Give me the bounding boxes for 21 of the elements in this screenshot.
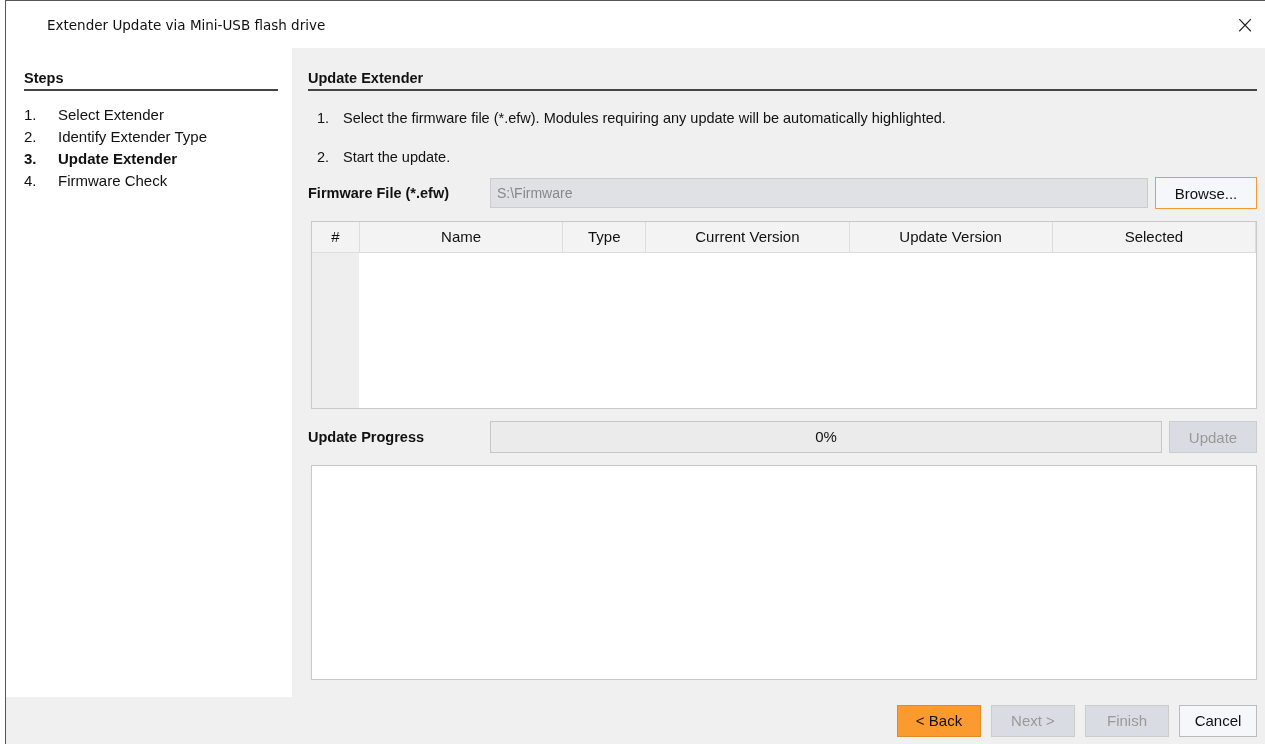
column-header[interactable]: Update Version xyxy=(849,222,1053,252)
step-item: 4. Firmware Check xyxy=(24,171,169,191)
wizard-button[interactable]: < Back xyxy=(897,704,981,737)
column-header[interactable]: Name xyxy=(360,222,564,252)
column-header[interactable]: Type xyxy=(563,222,647,252)
column-header[interactable]: # xyxy=(312,222,360,252)
step-item: 3. Update Extender xyxy=(24,149,179,169)
instruction-text: 1. Select the firmware file (*.efw). Modules requiring any update will be automatically highlighted. xyxy=(316,109,947,128)
step-item: 2. Identify Extender Type xyxy=(24,127,208,147)
column-header[interactable]: Current Version xyxy=(646,222,850,252)
step-item: 1. Select Extender xyxy=(24,105,165,125)
column-header[interactable]: Selected xyxy=(1052,222,1256,252)
window-title: Extender Update via Mini-USB flash drive xyxy=(47,16,326,33)
update-progress-label: Update Progress xyxy=(308,429,426,445)
steps-heading: Steps xyxy=(24,48,278,91)
firmware-file-label: Firmware File (*.efw) xyxy=(308,185,450,201)
close-button[interactable]: × xyxy=(1228,10,1261,39)
progress-reading: 0% xyxy=(814,427,838,447)
section-heading: Update Extender xyxy=(308,48,1257,91)
instruction-text: 2. Start the update. xyxy=(316,148,452,167)
wizard-button[interactable]: Cancel xyxy=(1179,704,1257,737)
